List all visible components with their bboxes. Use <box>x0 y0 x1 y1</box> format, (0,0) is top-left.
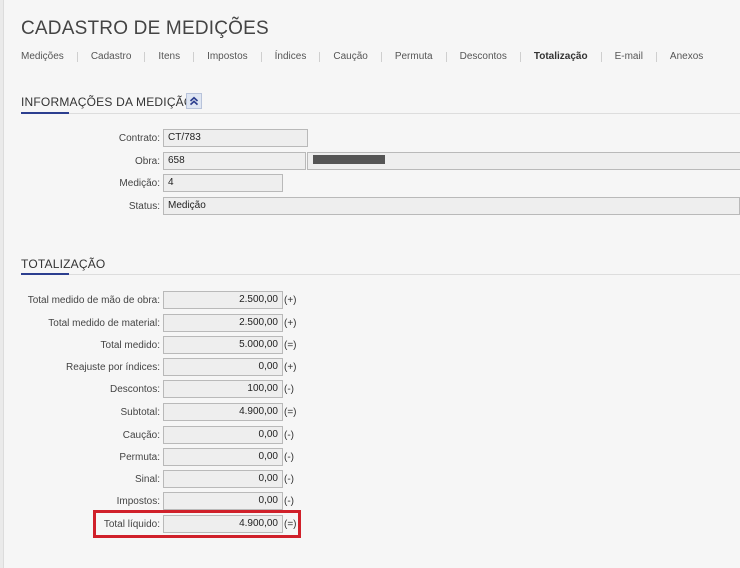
operator-indicator: (=) <box>284 339 297 351</box>
tab-permuta[interactable]: Permuta <box>395 51 433 62</box>
tab-separator <box>193 51 195 62</box>
permuta-row: Permuta: 0,00 (-) <box>0 448 294 466</box>
contrato-label: Contrato: <box>118 132 160 144</box>
caucao-field[interactable]: 0,00 <box>163 426 283 444</box>
collapse-section-button[interactable] <box>186 93 202 109</box>
redacted-text <box>313 155 385 164</box>
highlight-box <box>93 510 301 538</box>
sinal-row: Sinal: 0,00 (-) <box>0 470 294 488</box>
caucao-label: Caução: <box>122 429 160 441</box>
tab-separator <box>600 51 602 62</box>
reajuste-row: Reajuste por índices: 0,00 (+) <box>0 358 297 376</box>
descontos-row: Descontos: 100,00 (-) <box>0 380 294 398</box>
operator-indicator: (-) <box>284 473 294 485</box>
status-label: Status: <box>128 200 160 212</box>
subtotal-row: Subtotal: 4.900,00 (=) <box>0 403 297 421</box>
section-accent-bar <box>21 112 69 114</box>
tab-impostos[interactable]: Impostos <box>207 51 248 62</box>
tab-caucao[interactable]: Caução <box>333 51 367 62</box>
total-medido-field[interactable]: 5.000,00 <box>163 336 283 354</box>
tab-descontos[interactable]: Descontos <box>460 51 507 62</box>
total-medido-row: Total medido: 5.000,00 (=) <box>0 336 297 354</box>
total-medido-label: Total medido: <box>100 339 160 351</box>
medicao-field[interactable]: 4 <box>163 174 283 192</box>
permuta-field[interactable]: 0,00 <box>163 448 283 466</box>
section-title-informacoes: INFORMAÇÕES DA MEDIÇÃO <box>21 95 194 109</box>
sinal-label: Sinal: <box>134 473 160 485</box>
status-row: Status: Medição <box>0 197 740 215</box>
medicao-row: Medição: 4 <box>0 174 283 192</box>
impostos-field[interactable]: 0,00 <box>163 492 283 510</box>
tab-cadastro[interactable]: Cadastro <box>91 51 132 62</box>
medicao-label: Medição: <box>119 177 160 189</box>
tab-separator <box>260 51 262 62</box>
impostos-row: Impostos: 0,00 (-) <box>0 492 294 510</box>
total-material-field[interactable]: 2.500,00 <box>163 314 283 332</box>
impostos-label: Impostos: <box>116 495 160 507</box>
reajuste-field[interactable]: 0,00 <box>163 358 283 376</box>
tab-email[interactable]: E-mail <box>615 51 643 62</box>
sinal-field[interactable]: 0,00 <box>163 470 283 488</box>
tab-itens[interactable]: Itens <box>158 51 180 62</box>
tab-separator <box>144 51 146 62</box>
status-field[interactable]: Medição <box>163 197 740 215</box>
tab-separator <box>380 51 382 62</box>
page-title: CADASTRO DE MEDIÇÕES <box>21 18 269 39</box>
permuta-label: Permuta: <box>119 451 160 463</box>
operator-indicator: (+) <box>284 294 297 306</box>
operator-indicator: (-) <box>284 495 294 507</box>
operator-indicator: (-) <box>284 383 294 395</box>
obra-label: Obra: <box>134 155 160 167</box>
total-mao-de-obra-row: Total medido de mão de obra: 2.500,00 (+… <box>0 291 297 309</box>
contrato-row: Contrato: CT/783 <box>0 129 308 147</box>
total-material-row: Total medido de material: 2.500,00 (+) <box>0 314 297 332</box>
total-mao-de-obra-label: Total medido de mão de obra: <box>27 294 160 306</box>
section-divider <box>21 113 740 114</box>
tab-separator <box>445 51 447 62</box>
double-chevron-up-icon <box>189 96 199 106</box>
tab-anexos[interactable]: Anexos <box>670 51 703 62</box>
section-accent-bar <box>21 273 69 275</box>
tab-separator <box>76 51 78 62</box>
section-title-totalizacao: TOTALIZAÇÃO <box>21 257 106 271</box>
obra-code-field[interactable]: 658 <box>163 152 306 170</box>
operator-indicator: (-) <box>284 451 294 463</box>
tab-totalizacao[interactable]: Totalização <box>534 51 588 62</box>
total-material-label: Total medido de material: <box>48 317 160 329</box>
subtotal-field[interactable]: 4.900,00 <box>163 403 283 421</box>
tab-separator <box>319 51 321 62</box>
operator-indicator: (+) <box>284 317 297 329</box>
tab-indices[interactable]: Índices <box>275 51 307 62</box>
subtotal-label: Subtotal: <box>120 406 160 418</box>
tab-bar: Medições Cadastro Itens Impostos Índices… <box>21 51 703 62</box>
section-divider <box>21 274 740 275</box>
total-mao-de-obra-field[interactable]: 2.500,00 <box>163 291 283 309</box>
contrato-field[interactable]: CT/783 <box>163 129 308 147</box>
operator-indicator: (+) <box>284 361 297 373</box>
reajuste-label: Reajuste por índices: <box>66 361 160 373</box>
operator-indicator: (-) <box>284 429 294 441</box>
caucao-row: Caução: 0,00 (-) <box>0 426 294 444</box>
tab-separator <box>519 51 521 62</box>
descontos-label: Descontos: <box>109 383 160 395</box>
operator-indicator: (=) <box>284 406 297 418</box>
tab-medicoes[interactable]: Medições <box>21 51 64 62</box>
tab-separator <box>655 51 657 62</box>
descontos-field[interactable]: 100,00 <box>163 380 283 398</box>
